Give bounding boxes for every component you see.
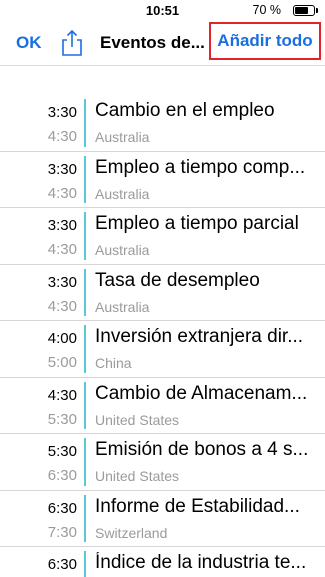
event-end-time: 4:30 xyxy=(47,128,77,145)
event-title: Índice de la industria te... xyxy=(95,552,307,573)
battery-tip xyxy=(316,8,318,13)
event-start-time: 4:00 xyxy=(47,330,77,347)
event-color-bar xyxy=(84,212,86,260)
event-end-time: 7:30 xyxy=(47,523,77,541)
navigation-bar: OK Eventos de... Añadir todo xyxy=(0,20,325,66)
event-start-time: 4:30 xyxy=(47,386,77,404)
event-country: Australia xyxy=(95,298,150,315)
event-color-bar xyxy=(84,99,86,147)
event-row[interactable]: 6:30 7:30 Informe de Estabilidad... Switzer… xyxy=(0,491,325,547)
event-country: Australia xyxy=(95,242,150,258)
share-button[interactable] xyxy=(60,29,84,57)
page-title: Eventos de... xyxy=(100,33,205,52)
event-row[interactable]: 6:30 Índice de la industria te... xyxy=(0,547,325,577)
event-color-bar xyxy=(84,268,86,316)
event-country: United States xyxy=(95,468,180,484)
event-end-time: 4:30 xyxy=(47,241,77,258)
status-bar: 10:51 70 % xyxy=(0,0,325,20)
ok-button[interactable]: OK xyxy=(16,33,42,53)
event-start-time: 3:30 xyxy=(47,160,77,178)
event-title: Cambio en el empleo xyxy=(95,100,275,121)
event-country: United States xyxy=(95,411,180,428)
event-title: Emisión de bonos a 4 s... xyxy=(95,439,309,460)
event-country: China xyxy=(95,355,132,371)
event-start-time: 3:30 xyxy=(47,273,77,291)
event-start-time: 6:30 xyxy=(47,499,77,517)
event-country: Australia xyxy=(95,185,150,202)
event-start-time: 5:30 xyxy=(47,443,77,460)
event-start-time: 6:30 xyxy=(47,556,77,573)
event-end-time: 4:30 xyxy=(47,297,77,315)
event-row[interactable]: 4:30 5:30 Cambio de Almacenam... United Sta… xyxy=(0,378,325,434)
event-end-time: 6:30 xyxy=(47,467,77,484)
battery-icon xyxy=(293,5,315,16)
event-end-time: 5:30 xyxy=(47,410,77,428)
event-title: Empleo a tiempo comp... xyxy=(95,156,306,178)
event-color-bar xyxy=(84,381,86,429)
event-start-time: 3:30 xyxy=(47,217,77,234)
event-title: Cambio de Almacenam... xyxy=(95,382,308,404)
event-country: Switzerland xyxy=(95,524,168,541)
event-color-bar xyxy=(84,325,86,373)
event-end-time: 4:30 xyxy=(47,184,77,202)
add-all-button[interactable]: Añadir todo xyxy=(209,22,321,60)
battery-percentage: 70 % xyxy=(252,3,282,17)
event-start-time: 3:30 xyxy=(47,104,77,121)
share-icon xyxy=(62,29,82,56)
event-title: Empleo a tiempo parcial xyxy=(95,213,299,234)
event-color-bar xyxy=(84,438,86,486)
event-list: 3:30 4:30 Cambio en el empleo Australia 3:30… xyxy=(0,95,325,577)
battery-level-fill xyxy=(295,7,308,14)
event-color-bar xyxy=(84,494,86,542)
event-row[interactable]: 5:30 6:30 Emisión de bonos a 4 s... United … xyxy=(0,434,325,491)
event-row[interactable]: 4:00 5:00 Inversión extranjera dir... China xyxy=(0,321,325,378)
event-title: Tasa de desempleo xyxy=(95,269,260,291)
event-color-bar xyxy=(84,155,86,203)
event-end-time: 5:00 xyxy=(47,354,77,371)
event-country: Australia xyxy=(95,129,150,145)
event-row[interactable]: 3:30 4:30 Empleo a tiempo comp... Australia xyxy=(0,152,325,208)
event-row[interactable]: 3:30 4:30 Cambio en el empleo Australia xyxy=(0,95,325,152)
event-row[interactable]: 3:30 4:30 Tasa de desempleo Australia xyxy=(0,265,325,321)
event-title: Inversión extranjera dir... xyxy=(95,326,304,347)
event-color-bar xyxy=(84,551,86,577)
event-row[interactable]: 3:30 4:30 Empleo a tiempo parcial Australia xyxy=(0,208,325,265)
event-title: Informe de Estabilidad... xyxy=(95,495,300,517)
